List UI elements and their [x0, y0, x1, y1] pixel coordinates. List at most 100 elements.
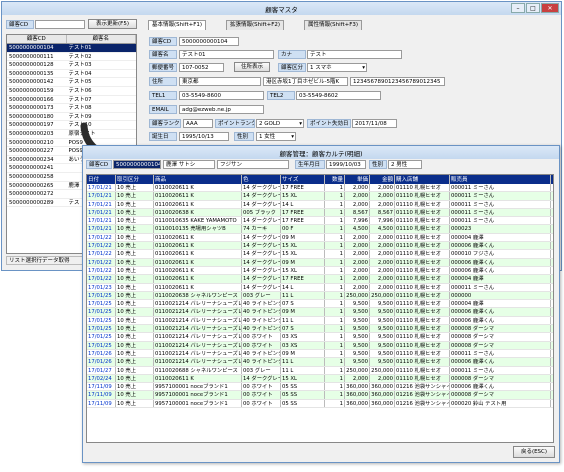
grid-header-color[interactable]: 色: [242, 175, 281, 184]
cell-date: 17/01/21: [87, 200, 116, 208]
close-button[interactable]: ✕: [541, 3, 559, 13]
grid-header-price[interactable]: 単価: [345, 175, 370, 184]
cell-date: 17/01/22: [87, 266, 116, 275]
list-item[interactable]: 5000000000166 テスト07: [7, 96, 136, 105]
form-rank-field[interactable]: AAA: [183, 119, 213, 128]
cell-staff: 000008 ダーシマ: [450, 325, 551, 333]
list-item[interactable]: 5000000000173 テスト08: [7, 104, 136, 113]
list-header-name[interactable]: 顧客名: [67, 35, 136, 43]
address-lookup-button[interactable]: 住所表示: [234, 62, 270, 72]
cell-qty: 1: [325, 184, 345, 192]
form-category-select[interactable]: 1 スマホ ▾: [307, 63, 367, 72]
grid-header-type[interactable]: 取引区分: [116, 175, 154, 184]
form-address3-field[interactable]: 1234567890123456789012345: [350, 77, 445, 86]
form-point-expire-field[interactable]: 2017/11/08: [352, 119, 397, 128]
tab-extended-info[interactable]: 拡張情報(Shift+F2): [226, 20, 285, 30]
table-row[interactable]: 17/01/25 10 売上 0110021214 バレリーナシューズレ 40 ライト…: [87, 308, 553, 317]
tab-attribute-info[interactable]: 属性情報(Shift+F3): [304, 20, 363, 30]
table-row[interactable]: 17/11/09 10 売上 9957100001 noceブランド1 00 ホワイト…: [87, 391, 553, 400]
form-gender-select[interactable]: 1 女性 ▾: [256, 132, 296, 141]
karte-gender-field[interactable]: 2 男性: [388, 160, 422, 169]
list-item[interactable]: 5000000000135 テスト04: [7, 70, 136, 79]
cell-size: 05 SS: [281, 383, 325, 391]
table-row[interactable]: 17/01/21 10 売上 0110010635 KAKE YAMAMOTO 14 …: [87, 217, 553, 226]
table-row[interactable]: 17/01/21 10 売上 0110010135 売場用シャツB 74 カーキ 00 …: [87, 225, 553, 234]
table-row[interactable]: 17/01/25 10 売上 0110021214 バレリーナシューズレ 40 ライト…: [87, 325, 553, 334]
transaction-grid[interactable]: 日付 取引区分 商品 色 サイズ 数量 単価 金額 購入店舗 販売員 17/01…: [86, 174, 554, 443]
cell-type: 10 売上: [116, 266, 154, 275]
minimize-button[interactable]: –: [511, 3, 525, 13]
form-kana-field[interactable]: テスト: [307, 50, 402, 59]
cell-amount: 7,996: [370, 217, 395, 225]
table-row[interactable]: 17/01/25 10 売上 0110021214 バレリーナシューズレ 00 ホワイ…: [87, 341, 553, 350]
karte-kana-field[interactable]: フジサン: [217, 160, 289, 169]
list-header-cd[interactable]: 顧客CD: [7, 35, 67, 43]
form-tel1-field[interactable]: 03-5549-8600: [179, 91, 264, 100]
table-row[interactable]: 17/01/27 10 売上 0110020688 シャネルワンピース 003 グレー…: [87, 366, 553, 375]
form-email-field[interactable]: adg@ezweb.ne.jp: [179, 105, 264, 114]
grid-header-amount[interactable]: 金額: [370, 175, 395, 184]
cell-type: 10 売上: [116, 250, 154, 258]
table-row[interactable]: 17/01/21 10 売上 0110020611 K 14 ダークグレー 15 XL 1…: [87, 192, 553, 201]
form-zip-field[interactable]: 107-0052: [179, 63, 224, 72]
form-point-rank-select[interactable]: 2 GOLD ▾: [256, 119, 304, 128]
master-title-bar: 顧客マスタ – □ ✕: [2, 2, 561, 15]
list-item[interactable]: 5000000000104 テスト01: [7, 44, 136, 53]
list-item[interactable]: 5000000000111 テスト02: [7, 53, 136, 62]
table-row[interactable]: 17/01/21 10 売上 0110020611 K 14 ダークグレー 14 L12…: [87, 200, 553, 209]
form-name-field[interactable]: テスト01: [179, 50, 274, 59]
table-row[interactable]: 17/01/22 10 売上 0110020611 K 14 ダークグレー 09 M12…: [87, 233, 553, 243]
form-birthday-field[interactable]: 1995/10/13: [179, 132, 229, 141]
grid-header-store[interactable]: 購入店舗: [395, 175, 450, 184]
cell-store: 01110 札幌ヒセオ: [395, 200, 450, 208]
cell-size: 05 SS: [281, 391, 325, 399]
form-address1-field[interactable]: 東京都: [179, 77, 261, 86]
cell-amount: 2,000: [370, 192, 395, 200]
list-item[interactable]: 5000000000142 テスト05: [7, 78, 136, 87]
list-item[interactable]: 5000000000159 テスト06: [7, 87, 136, 96]
grid-header-product[interactable]: 商品: [154, 175, 242, 184]
maximize-button[interactable]: □: [526, 3, 540, 13]
table-row[interactable]: 17/01/21 10 売上 0110020638 K 005 ブラック 17 FREE…: [87, 208, 553, 218]
table-row[interactable]: 17/01/25 10 売上 0110020638 シャネルワンピース 003 グレー…: [87, 291, 553, 301]
form-address2-field[interactable]: 港区赤坂1丁目ホゼビル-5階K: [263, 77, 348, 86]
cell-price: 250,000: [346, 291, 370, 300]
grid-header-qty[interactable]: 数量: [325, 175, 345, 184]
table-row[interactable]: 17/01/25 10 売上 0110021214 バレリーナシューズレ 40 ライト…: [87, 316, 553, 326]
cell-price: 2,000: [345, 184, 370, 192]
karte-cd-field[interactable]: 5000000000104: [113, 160, 161, 169]
table-row[interactable]: 17/01/22 10 売上 0110020611 K 14 ダークグレー 17 FRE…: [87, 275, 553, 284]
table-row[interactable]: 17/11/09 10 売上 9957100001 noceブランド1 00 ホワイト…: [87, 383, 553, 392]
table-row[interactable]: 17/01/26 10 売上 0110021214 バレリーナシューズレ 40 ライト…: [87, 358, 553, 367]
list-item[interactable]: 5000000000128 テスト03: [7, 61, 136, 70]
refresh-button[interactable]: 表示更新(F5): [88, 19, 137, 29]
table-row[interactable]: 17/02/24 10 売上 0110020611 K 14 ダークグレー 15 XL 1…: [87, 374, 553, 384]
karte-birthday-field[interactable]: 1999/10/03: [326, 160, 366, 169]
cell-qty: 1: [325, 192, 345, 200]
table-row[interactable]: 17/01/25 10 売上 0110021214 バレリーナシューズレ 40 ライト…: [87, 300, 553, 309]
table-row[interactable]: 17/01/22 10 売上 0110020611 K 14 ダークグレー 15 XL 1…: [87, 266, 553, 276]
cell-type: 10 売上: [116, 341, 154, 349]
back-button[interactable]: 戻る(ESC): [513, 446, 555, 458]
grid-header-staff[interactable]: 販売員: [450, 175, 551, 184]
table-row[interactable]: 17/01/22 10 売上 0110020611 K 14 ダークグレー 15 XL 1…: [87, 242, 553, 251]
table-row[interactable]: 17/01/26 10 売上 0110021214 バレリーナシューズレ 40 ライト…: [87, 349, 553, 359]
table-row[interactable]: 17/01/22 10 売上 0110020611 K 14 ダークグレー 15 XL 1…: [87, 250, 553, 259]
table-row[interactable]: 17/11/09 10 売上 9957100001 noceブランド1 00 ホワイト…: [87, 399, 553, 409]
form-tel2-field[interactable]: 03-5549-8602: [296, 91, 381, 100]
grid-header-size[interactable]: サイズ: [281, 175, 325, 184]
grid-header-date[interactable]: 日付: [87, 175, 116, 184]
cell-staff: 000008 ダーシマ: [450, 333, 551, 341]
list-item-name: テスト03: [68, 62, 92, 69]
form-cd-field[interactable]: 5000000000104: [179, 37, 239, 46]
table-row[interactable]: 17/01/25 10 売上 0110021214 バレリーナシューズレ 00 ホワイ…: [87, 333, 553, 342]
tab-basic-info[interactable]: 基本情報(Shift+F1): [148, 20, 207, 30]
customer-cd-search-input[interactable]: [35, 20, 85, 29]
table-row[interactable]: 17/01/23 10 売上 0110020611 K 14 ダークグレー 14 L12…: [87, 283, 553, 292]
table-row[interactable]: 17/01/22 10 売上 0110020611 K 14 ダークグレー 09 M12…: [87, 258, 553, 267]
table-row[interactable]: 17/01/21 10 売上 0110020611 K 14 ダークグレー 17 FRE…: [87, 184, 553, 193]
karte-name-field[interactable]: 鹿澤 サトシ: [163, 160, 215, 169]
form-point-expire-label: ポイント失効日: [307, 119, 351, 128]
cell-product: 0110020638 K: [154, 208, 242, 217]
cell-color: 40 ライトピンク: [243, 300, 281, 308]
